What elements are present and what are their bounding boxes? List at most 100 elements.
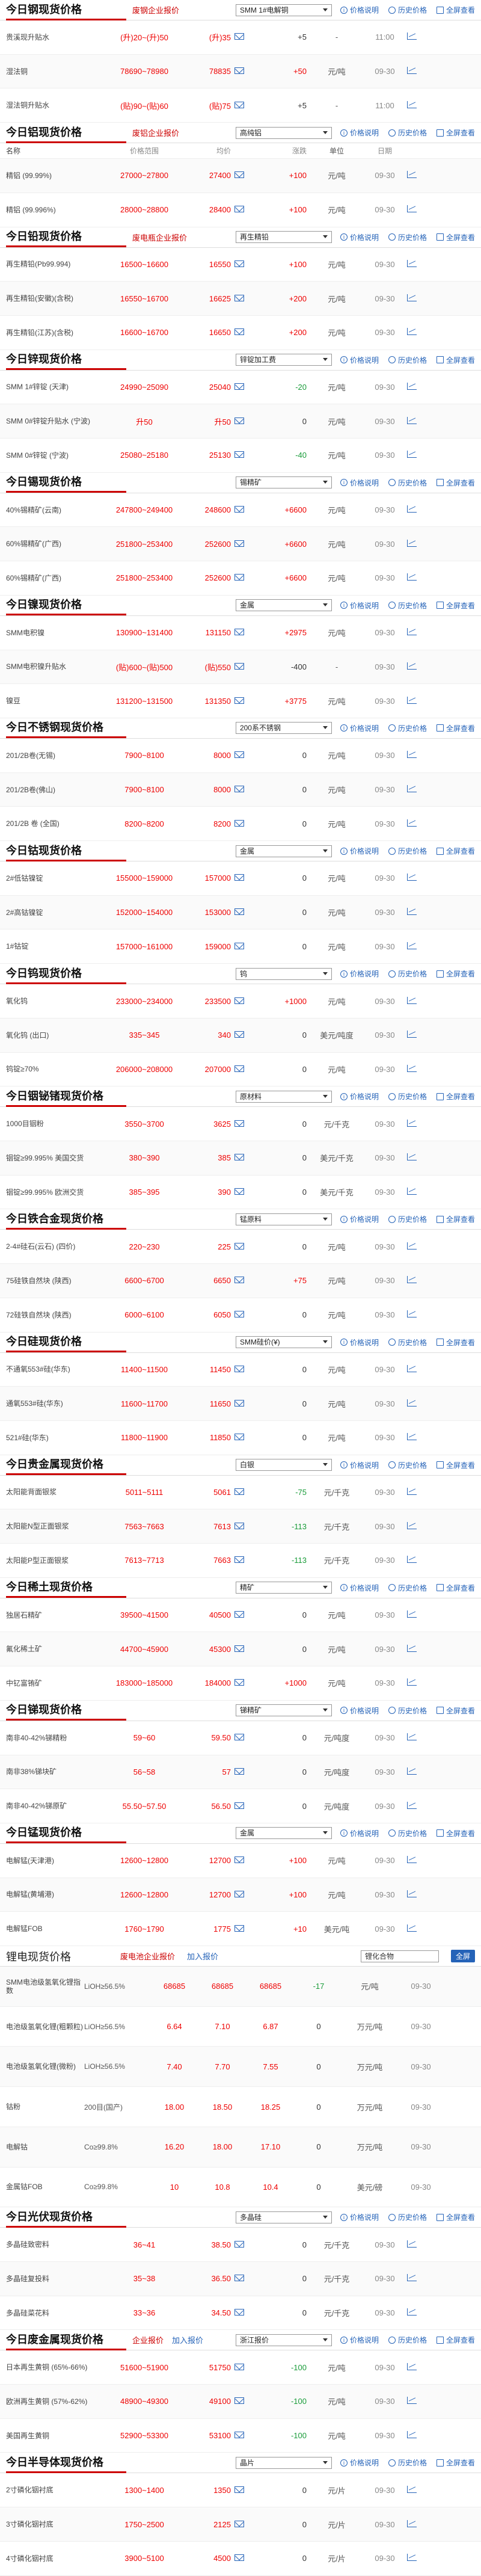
mail-alert[interactable] [234, 2308, 247, 2317]
mail-alert[interactable] [234, 260, 247, 269]
trend-chart-button[interactable] [403, 819, 421, 828]
history-link[interactable]: 历史价格 [388, 2457, 427, 2468]
supplier-quote-link[interactable]: 企业报价 [132, 2334, 164, 2346]
history-link[interactable]: 历史价格 [388, 478, 427, 488]
mail-alert[interactable] [234, 1556, 247, 1565]
mail-alert[interactable] [234, 67, 247, 76]
product-name[interactable]: 72硅铁自然块 (陕西) [6, 1311, 108, 1319]
trend-chart-button[interactable] [403, 539, 421, 549]
history-link[interactable]: 历史价格 [388, 600, 427, 611]
trend-chart-button[interactable] [403, 1890, 421, 1899]
price-desc-link[interactable]: i 价格说明 [340, 969, 379, 979]
trend-chart-button[interactable] [403, 1276, 421, 1285]
price-desc-link[interactable]: i 价格说明 [340, 1460, 379, 1470]
trend-chart-button[interactable] [403, 1242, 421, 1251]
product-name[interactable]: 2#低钴镍锭 [6, 874, 108, 883]
category-select[interactable]: 再生精铅 [235, 231, 332, 244]
join-quote-link[interactable]: 加入报价 [187, 1950, 218, 1962]
trend-chart-button[interactable] [403, 1733, 421, 1742]
mail-alert[interactable] [234, 751, 247, 760]
category-select[interactable]: 高纯铝 [235, 126, 332, 139]
price-desc-link[interactable]: i 价格说明 [340, 478, 379, 488]
product-name[interactable]: 精铝 (99.996%) [6, 206, 108, 214]
product-name[interactable]: 湿法铜 [6, 67, 108, 76]
fullscreen-link[interactable]: 全屏查看 [436, 1091, 475, 1102]
trend-chart-button[interactable] [403, 908, 421, 917]
price-desc-link[interactable]: i 价格说明 [340, 1337, 379, 1348]
trend-chart-button[interactable] [403, 628, 421, 637]
mail-alert[interactable] [234, 417, 247, 426]
trend-chart-button[interactable] [403, 1678, 421, 1687]
mail-alert[interactable] [234, 1645, 247, 1654]
mail-alert[interactable] [234, 1433, 247, 1442]
history-link[interactable]: 历史价格 [388, 128, 427, 138]
product-name[interactable]: 4寸磷化铟衬底 [6, 2554, 108, 2563]
mail-alert[interactable] [234, 540, 247, 549]
price-desc-link[interactable]: i 价格说明 [340, 1828, 379, 1838]
trend-chart-button[interactable] [403, 1924, 421, 1934]
mail-alert[interactable] [234, 1678, 247, 1687]
mail-alert[interactable] [234, 294, 247, 303]
fullscreen-button[interactable]: 全屏 [450, 1950, 475, 1963]
trend-chart-button[interactable] [403, 1064, 421, 1074]
product-name[interactable]: 铟锭≥99.995% 美国交货 [6, 1154, 108, 1162]
mail-alert[interactable] [234, 383, 247, 392]
product-name[interactable]: 75硅铁自然块 (陕西) [6, 1277, 108, 1285]
history-link[interactable]: 历史价格 [388, 355, 427, 365]
history-link[interactable]: 历史价格 [388, 1337, 427, 1348]
category-select[interactable]: SMM硅价(¥) [235, 1336, 332, 1348]
product-name[interactable]: 精铝 (99.99%) [6, 171, 108, 180]
trend-chart-button[interactable] [403, 1310, 421, 1319]
price-desc-link[interactable]: i 价格说明 [340, 1214, 379, 1224]
trend-chart-button[interactable] [403, 1610, 421, 1619]
trend-chart-button[interactable] [403, 2240, 421, 2249]
mail-alert[interactable] [234, 1276, 247, 1285]
mail-alert[interactable] [234, 1856, 247, 1865]
trend-chart-button[interactable] [403, 2308, 421, 2317]
category-select[interactable]: 金属 [235, 1827, 332, 1840]
mail-alert[interactable] [234, 697, 247, 706]
fullscreen-link[interactable]: 全屏查看 [436, 478, 475, 488]
product-name[interactable]: 贵溪现升贴水 [6, 33, 108, 42]
product-name[interactable]: 镍豆 [6, 697, 108, 705]
product-name[interactable]: 电解锰FOB [6, 1924, 108, 1933]
fullscreen-link[interactable]: 全屏查看 [436, 1706, 475, 1716]
fullscreen-link[interactable]: 全屏查看 [436, 128, 475, 138]
mail-alert[interactable] [234, 997, 247, 1006]
fullscreen-link[interactable]: 全屏查看 [436, 723, 475, 733]
trend-chart-button[interactable] [403, 941, 421, 951]
product-name[interactable]: 201/2B卷(佛山) [6, 786, 108, 794]
product-name[interactable]: 南非40-42%锑原矿 [6, 1802, 108, 1810]
trend-chart-button[interactable] [403, 416, 421, 426]
product-name[interactable]: 多晶硅复投料 [6, 2275, 108, 2283]
trend-chart-button[interactable] [403, 662, 421, 671]
product-name[interactable]: 电池级氢氧化锂(粗颗粒) [6, 2023, 84, 2031]
history-link[interactable]: 历史价格 [388, 1583, 427, 1593]
mail-alert[interactable] [234, 1242, 247, 1251]
price-desc-link[interactable]: i 价格说明 [340, 232, 379, 242]
fullscreen-link[interactable]: 全屏查看 [436, 2457, 475, 2468]
trend-chart-button[interactable] [403, 1487, 421, 1497]
fullscreen-link[interactable]: 全屏查看 [436, 600, 475, 611]
supplier-quote-link[interactable]: 废铝企业报价 [132, 127, 179, 138]
product-name[interactable]: 2#高钴镍锭 [6, 908, 108, 917]
mail-alert[interactable] [234, 2240, 247, 2249]
mail-alert[interactable] [234, 1365, 247, 1374]
product-name[interactable]: 日本再生黄铜 (65%-66%) [6, 2363, 108, 2371]
product-name[interactable]: 铟锭≥99.995% 欧洲交货 [6, 1188, 108, 1197]
trend-chart-button[interactable] [403, 505, 421, 514]
mail-alert[interactable] [234, 32, 247, 42]
mail-alert[interactable] [234, 2486, 247, 2495]
trend-chart-button[interactable] [403, 451, 421, 460]
mail-alert[interactable] [234, 1310, 247, 1319]
product-name[interactable]: 通氧553#硅(华东) [6, 1399, 108, 1408]
mail-alert[interactable] [234, 1802, 247, 1811]
product-name[interactable]: 南非38%锑块矿 [6, 1767, 108, 1776]
history-link[interactable]: 历史价格 [388, 969, 427, 979]
product-name[interactable]: 再生精铅(安徽)(含税) [6, 294, 108, 303]
mail-alert[interactable] [234, 1065, 247, 1074]
trend-chart-button[interactable] [403, 259, 421, 269]
price-desc-link[interactable]: i 价格说明 [340, 128, 379, 138]
trend-chart-button[interactable] [403, 751, 421, 760]
trend-chart-button[interactable] [403, 171, 421, 180]
